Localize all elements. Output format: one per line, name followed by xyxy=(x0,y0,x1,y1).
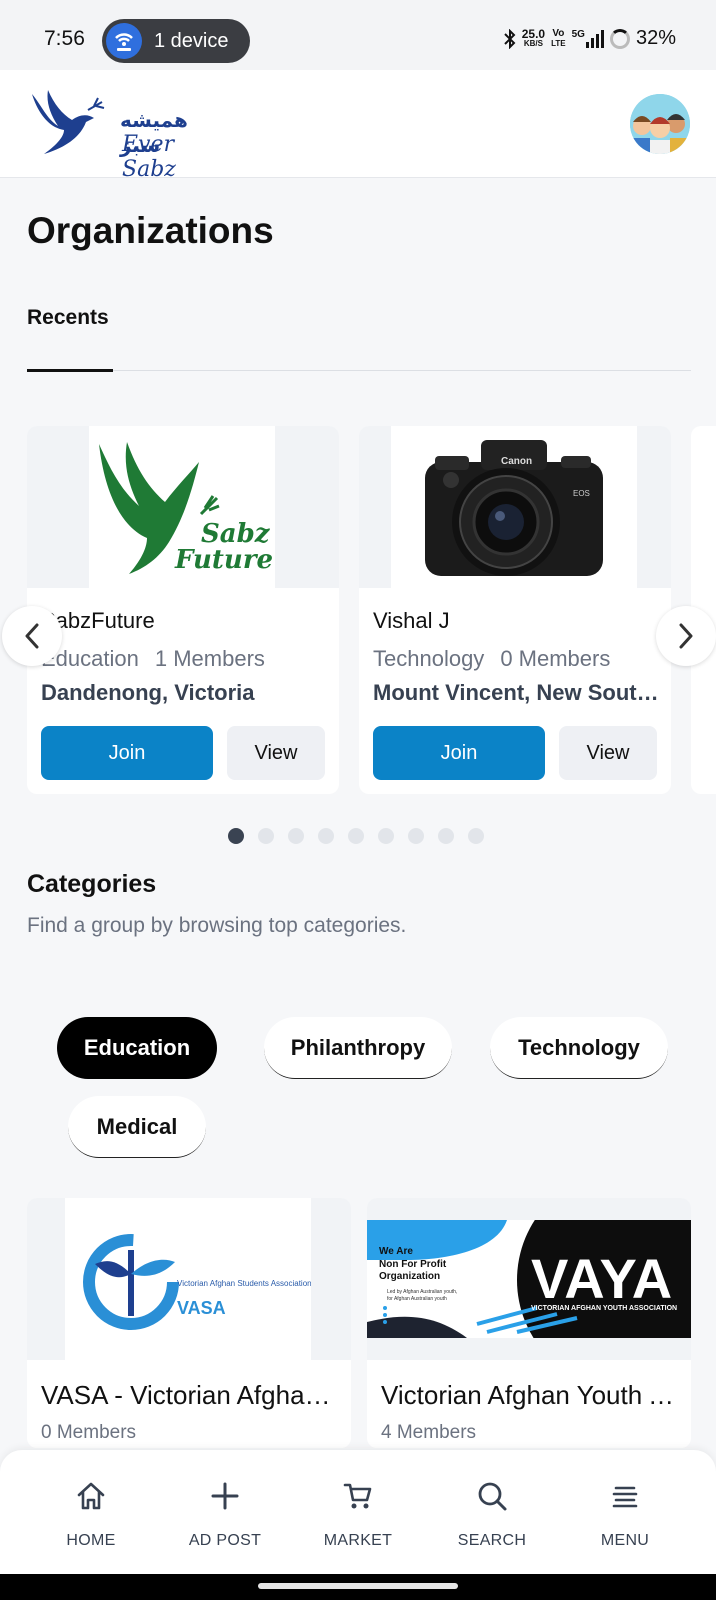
battery-icon xyxy=(609,28,630,49)
view-button[interactable]: View xyxy=(559,726,657,780)
vasa-abbr: VASA xyxy=(177,1298,226,1318)
nav-home-label: HOME xyxy=(66,1532,116,1549)
org-meta: Education 1 Members xyxy=(41,646,265,672)
status-icons: 25.0 KB/S Vo LTE 5G 32% xyxy=(504,27,676,50)
carousel-dot[interactable] xyxy=(288,828,304,844)
org-location: Mount Vincent, New South Wales xyxy=(373,680,663,705)
dove-icon xyxy=(32,90,105,154)
search-icon xyxy=(478,1482,507,1511)
logo-text-future: Future xyxy=(174,545,273,575)
group-name[interactable]: VASA - Victorian Afghan Students Associa… xyxy=(41,1380,341,1411)
org-category: Technology xyxy=(373,646,485,671)
home-icon xyxy=(77,1482,105,1510)
chip-education[interactable]: Education xyxy=(57,1017,217,1079)
carousel-dot[interactable] xyxy=(348,828,364,844)
nav-menu-label: MENU xyxy=(600,1532,650,1549)
brand-logo[interactable]: همیشه سبز Ever Sabz xyxy=(28,88,200,182)
plus-icon xyxy=(211,1482,239,1510)
vaya-banner-line2: Non For Profit xyxy=(379,1259,447,1270)
org-card[interactable]: Canon EOS Vishal J Technology 0 Members M… xyxy=(359,426,671,794)
volte-indicator: Vo LTE xyxy=(551,27,566,48)
camera-model: EOS xyxy=(573,489,590,498)
carousel-dot[interactable] xyxy=(468,828,484,844)
system-nav-bar xyxy=(0,1574,716,1600)
carousel-dot[interactable] xyxy=(318,828,334,844)
avatar[interactable] xyxy=(630,94,690,154)
carousel-dot[interactable] xyxy=(228,828,244,844)
vaya-banner-line5: for Afghan Australian youth xyxy=(387,1296,447,1302)
carousel-prev-button[interactable] xyxy=(2,606,62,666)
status-bar: 7:56 1 device 25.0 KB/S Vo LTE 5G 32% xyxy=(0,0,716,70)
bottom-nav: HOME AD POST MARKET SEARCH MENU xyxy=(0,1450,716,1574)
view-button[interactable]: View xyxy=(227,726,325,780)
net-speed: 25.0 KB/S xyxy=(521,26,546,48)
vaya-caption: VICTORIAN AFGHAN YOUTH ASSOCIATION xyxy=(531,1305,677,1312)
org-card[interactable]: Sabz Future SabzFuture Education 1 Member… xyxy=(27,426,339,794)
group-card[interactable]: Victorian Afghan Students Association VA… xyxy=(27,1198,351,1448)
nav-market-label: MARKET xyxy=(323,1532,393,1549)
page-title: Organizations xyxy=(27,210,274,251)
carousel-next-button[interactable] xyxy=(656,606,716,666)
vaya-banner-line3: Organization xyxy=(379,1271,440,1282)
vasa-logo: Victorian Afghan Students Association VA… xyxy=(65,1198,312,1360)
categories-subtitle: Find a group by browsing top categories. xyxy=(27,914,407,937)
group-logo-container: We Are Non For Profit Organization Led b… xyxy=(367,1198,691,1360)
camera-brand: Canon xyxy=(501,456,532,467)
nav-search-label: SEARCH xyxy=(457,1532,527,1549)
nav-search[interactable]: SEARCH xyxy=(427,1450,557,1574)
battery-percent: 32% xyxy=(635,27,676,49)
tab-divider xyxy=(27,370,691,371)
vaya-banner-line1: We Are xyxy=(379,1246,413,1257)
menu-icon xyxy=(612,1486,638,1508)
tab-active-indicator xyxy=(27,369,113,372)
carousel-dot[interactable] xyxy=(378,828,394,844)
group-logo-container: Victorian Afghan Students Association VA… xyxy=(27,1198,351,1360)
nav-market[interactable]: MARKET xyxy=(293,1450,423,1574)
carousel-dot[interactable] xyxy=(438,828,454,844)
hotspot-pill[interactable]: 1 device xyxy=(102,19,250,63)
cart-icon xyxy=(343,1483,372,1509)
carousel-dots xyxy=(228,828,484,844)
hotspot-label: 1 device xyxy=(154,30,229,52)
status-time: 7:56 xyxy=(44,27,85,50)
org-meta: Technology 0 Members xyxy=(373,646,610,672)
org-logo-container: Sabz Future xyxy=(27,426,339,588)
chip-medical[interactable]: Medical xyxy=(68,1096,206,1158)
org-logo-container: Canon EOS xyxy=(359,426,671,588)
org-location: Dandenong, Victoria xyxy=(41,680,255,705)
group-members: 4 Members xyxy=(381,1422,477,1443)
chip-philanthropy[interactable]: Philanthropy xyxy=(264,1017,452,1079)
nav-menu[interactable]: MENU xyxy=(560,1450,690,1574)
chevron-right-icon xyxy=(679,623,693,649)
signal-icon: 5G xyxy=(572,29,604,48)
bluetooth-icon xyxy=(504,28,516,49)
vaya-abbr: VAYA xyxy=(531,1247,672,1310)
hotspot-icon xyxy=(106,23,142,59)
org-name[interactable]: Vishal J xyxy=(373,608,450,634)
categories-title: Categories xyxy=(27,870,157,898)
brand-name-en: Ever Sabz xyxy=(122,132,176,182)
tab-recents[interactable]: Recents xyxy=(27,306,109,330)
carousel-dot[interactable] xyxy=(258,828,274,844)
nav-ad-post[interactable]: AD POST xyxy=(160,1450,290,1574)
vasa-caption: Victorian Afghan Students Association xyxy=(177,1279,311,1288)
vaya-banner-line4: Led by Afghan Australian youth, xyxy=(387,1289,457,1295)
join-button[interactable]: Join xyxy=(41,726,213,780)
camera-image: Canon EOS xyxy=(391,426,637,588)
org-members: 1 Members xyxy=(154,646,265,671)
sabzfuture-logo: Sabz Future xyxy=(89,426,275,588)
group-name[interactable]: Victorian Afghan Youth Association xyxy=(381,1380,681,1411)
join-button[interactable]: Join xyxy=(373,726,545,780)
app-header: همیشه سبز Ever Sabz xyxy=(0,70,716,182)
nav-home[interactable]: HOME xyxy=(26,1450,156,1574)
chip-technology[interactable]: Technology xyxy=(490,1017,668,1079)
org-members: 0 Members xyxy=(500,646,611,671)
carousel-dot[interactable] xyxy=(408,828,424,844)
vaya-banner: We Are Non For Profit Organization Led b… xyxy=(367,1220,691,1338)
chevron-left-icon xyxy=(25,623,39,649)
home-gesture-handle[interactable] xyxy=(258,1583,458,1589)
group-card[interactable]: We Are Non For Profit Organization Led b… xyxy=(367,1198,691,1448)
group-members: 0 Members xyxy=(41,1422,137,1443)
nav-ad-post-label: AD POST xyxy=(188,1532,262,1549)
